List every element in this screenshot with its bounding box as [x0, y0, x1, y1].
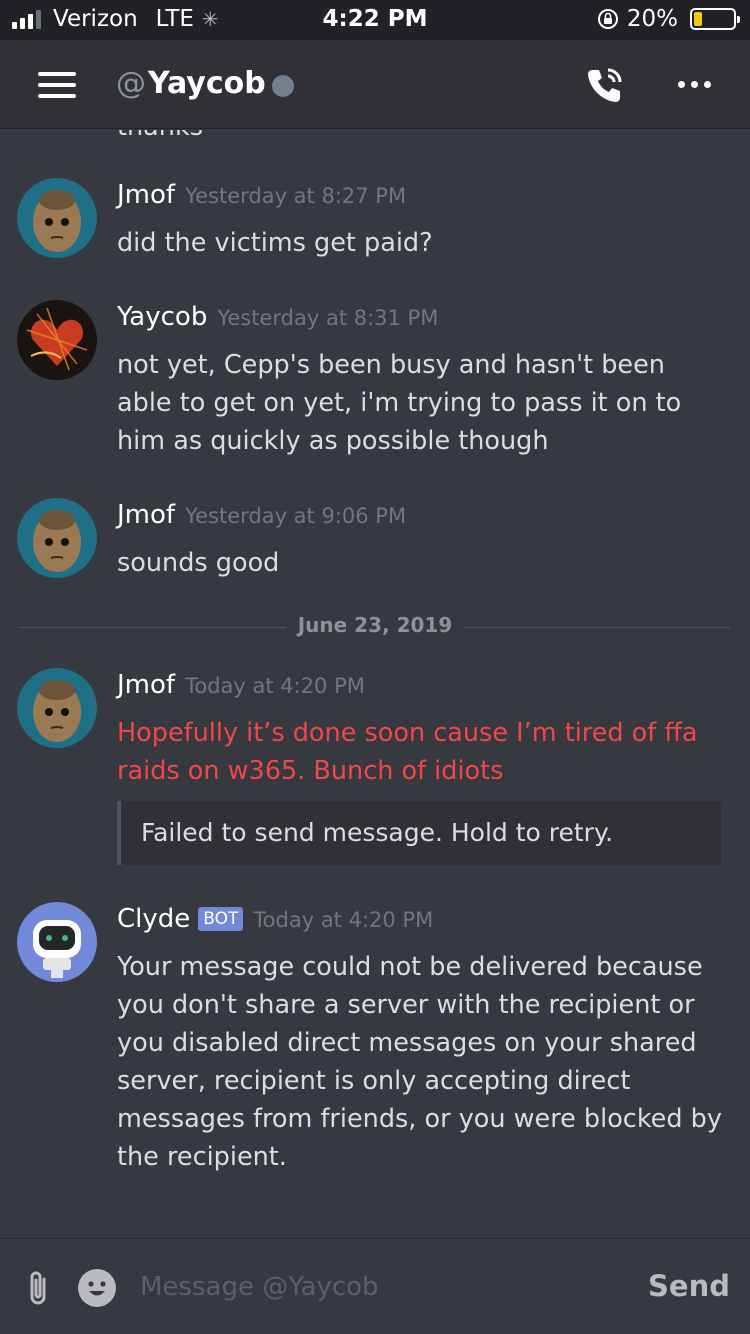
author-name[interactable]: Jmof [117, 180, 175, 210]
message-text: sounds good [117, 548, 280, 578]
message-composer: Send [0, 1238, 750, 1334]
message-text: did the victims get paid? [117, 228, 433, 258]
paperclip-icon[interactable] [22, 1267, 54, 1309]
avatar-jmof[interactable] [17, 178, 97, 258]
status-bar: Verizon LTE ✳ 4:22 PM 20% [0, 0, 750, 40]
message-text: not yet, Cepp's been busy and hasn't bee… [117, 350, 682, 456]
channel-name: Yaycob [148, 66, 266, 101]
retry-send-notice[interactable]: Failed to send message. Hold to retry. [117, 801, 721, 865]
bot-badge: BOT [198, 907, 244, 931]
message-timestamp: Yesterday at 8:27 PM [185, 184, 407, 208]
avatar-clyde[interactable] [17, 902, 97, 982]
more-icon[interactable] [678, 72, 718, 96]
rotation-lock-icon [597, 9, 618, 29]
at-sign: @ [116, 66, 146, 101]
message-timestamp: Today at 4:20 PM [185, 674, 365, 698]
battery-fill [694, 12, 702, 26]
message-author[interactable]: Jmof Today at 4:20 PM [117, 670, 365, 700]
author-name[interactable]: Yaycob [117, 302, 207, 332]
battery-icon [690, 8, 740, 30]
emoji-icon[interactable] [78, 1269, 116, 1307]
failed-message-text[interactable]: Hopefully it’s done soon cause I’m tired… [117, 714, 727, 790]
channel-header: @ Yaycob [0, 40, 750, 129]
date-divider-label: June 23, 2019 [297, 613, 453, 637]
channel-title: @ Yaycob [116, 66, 294, 101]
avatar-jmof[interactable] [17, 668, 97, 748]
message-text: Your message could not be delivered beca… [117, 952, 722, 1172]
status-right: 20% [597, 6, 740, 32]
message-author[interactable]: Jmof Yesterday at 9:06 PM [117, 500, 406, 530]
date-divider: June 23, 2019 [20, 612, 730, 642]
message-author[interactable]: Jmof Yesterday at 8:27 PM [117, 180, 406, 210]
previous-message-fragment: thanks [117, 130, 203, 142]
avatar-yaycob[interactable] [17, 300, 97, 380]
battery-percent: 20% [626, 6, 678, 32]
message-timestamp: Yesterday at 9:06 PM [185, 504, 407, 528]
message-timestamp: Today at 4:20 PM [253, 908, 434, 932]
author-name[interactable]: Jmof [117, 500, 175, 530]
message-timestamp: Yesterday at 8:31 PM [217, 306, 439, 330]
message-author[interactable]: Yaycob Yesterday at 8:31 PM [117, 302, 438, 332]
menu-icon[interactable] [38, 72, 76, 98]
send-button[interactable]: Send [648, 1269, 730, 1303]
author-name[interactable]: Clyde [117, 904, 190, 934]
message-input[interactable] [140, 1261, 620, 1313]
phone-call-icon[interactable] [584, 64, 626, 106]
message-author[interactable]: Clyde BOT Today at 4:20 PM [117, 904, 433, 934]
message-list[interactable]: thanks Jmof Yesterday at 8:27 PM did the… [0, 130, 750, 1236]
avatar-jmof[interactable] [17, 498, 97, 578]
author-name[interactable]: Jmof [117, 670, 175, 700]
offline-status-icon [271, 74, 294, 97]
